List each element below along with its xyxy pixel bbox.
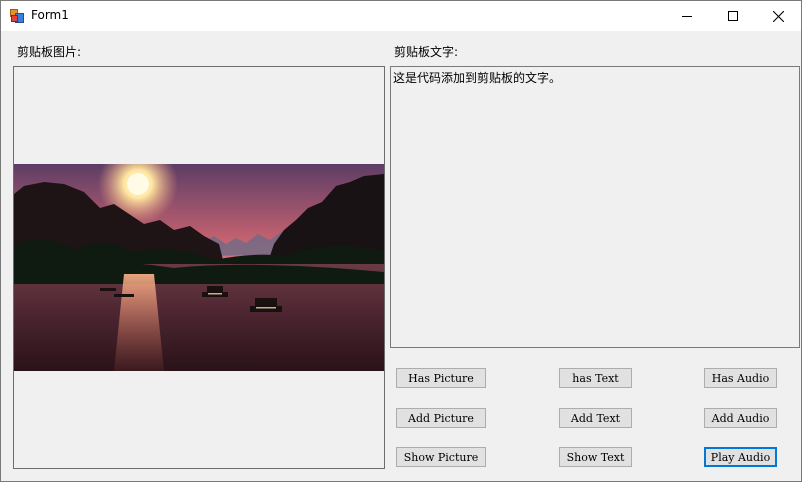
title-bar[interactable]: Form1 xyxy=(1,1,801,31)
window-title: Form1 xyxy=(31,8,69,22)
has-audio-button[interactable]: Has Audio xyxy=(704,368,777,388)
landscape-sunset-river-image xyxy=(14,164,384,371)
show-picture-button[interactable]: Show Picture xyxy=(396,447,486,467)
maximize-icon xyxy=(728,11,738,21)
maximize-button[interactable] xyxy=(710,1,756,31)
show-text-button[interactable]: Show Text xyxy=(559,447,632,467)
form1-window: Form1 剪贴板图片: 剪贴板文字: 这是代码添加到剪贴板的文字。 Has P… xyxy=(0,0,802,482)
close-icon xyxy=(772,10,784,22)
minimize-button[interactable] xyxy=(664,1,710,31)
close-button[interactable] xyxy=(755,1,801,31)
app-form-icon xyxy=(10,9,24,23)
clipboard-text-content: 这是代码添加到剪贴板的文字。 xyxy=(393,71,562,85)
clipboard-picture-label: 剪贴板图片: xyxy=(17,45,82,59)
minimize-icon xyxy=(682,11,692,21)
add-audio-button[interactable]: Add Audio xyxy=(704,408,777,428)
has-text-button[interactable]: has Text xyxy=(559,368,632,388)
add-text-button[interactable]: Add Text xyxy=(559,408,632,428)
add-picture-button[interactable]: Add Picture xyxy=(396,408,486,428)
has-picture-button[interactable]: Has Picture xyxy=(396,368,486,388)
clipboard-text-label: 剪贴板文字: xyxy=(394,45,459,59)
picture-box xyxy=(13,66,385,469)
play-audio-button[interactable]: Play Audio xyxy=(704,447,777,467)
clipboard-text-box[interactable]: 这是代码添加到剪贴板的文字。 xyxy=(390,66,800,348)
clipboard-image xyxy=(14,164,384,371)
